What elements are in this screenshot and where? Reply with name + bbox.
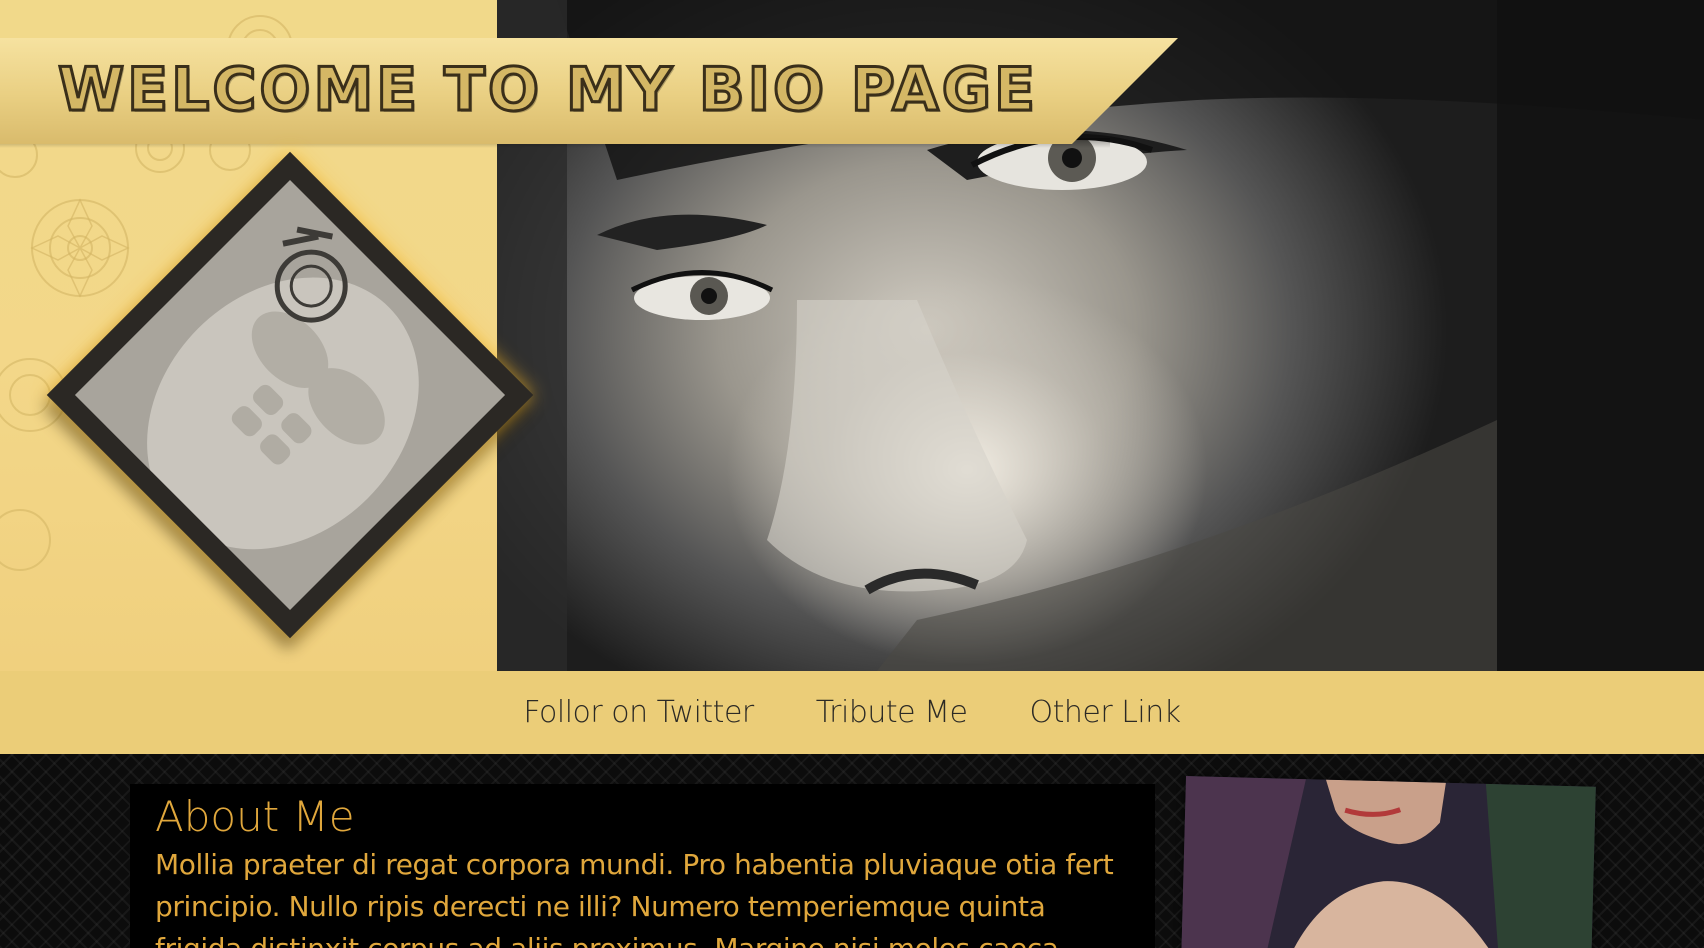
torso-illustration bbox=[75, 180, 505, 610]
torso-photo bbox=[75, 180, 505, 610]
side-photo bbox=[1180, 776, 1596, 948]
about-section: About Me Mollia praeter di regat corpora… bbox=[0, 754, 1704, 948]
nav-link-twitter[interactable]: Follor on Twitter bbox=[523, 695, 754, 730]
nav-link-other[interactable]: Other Link bbox=[1029, 695, 1181, 730]
hero-section: WELCOME TO MY BIO PAGE bbox=[0, 0, 1704, 671]
about-heading: About Me bbox=[155, 792, 355, 841]
main-nav: Follor on Twitter Tribute Me Other Link bbox=[0, 671, 1704, 754]
about-body-text: Mollia praeter di regat corpora mundi. P… bbox=[155, 848, 1114, 948]
bio-page: WELCOME TO MY BIO PAGE Follor on Twitter… bbox=[0, 0, 1704, 948]
page-title: WELCOME TO MY BIO PAGE bbox=[57, 54, 1038, 127]
diamond-photo bbox=[46, 151, 534, 639]
nav-link-tribute[interactable]: Tribute Me bbox=[816, 695, 968, 730]
side-photo-illustration bbox=[1180, 776, 1596, 948]
